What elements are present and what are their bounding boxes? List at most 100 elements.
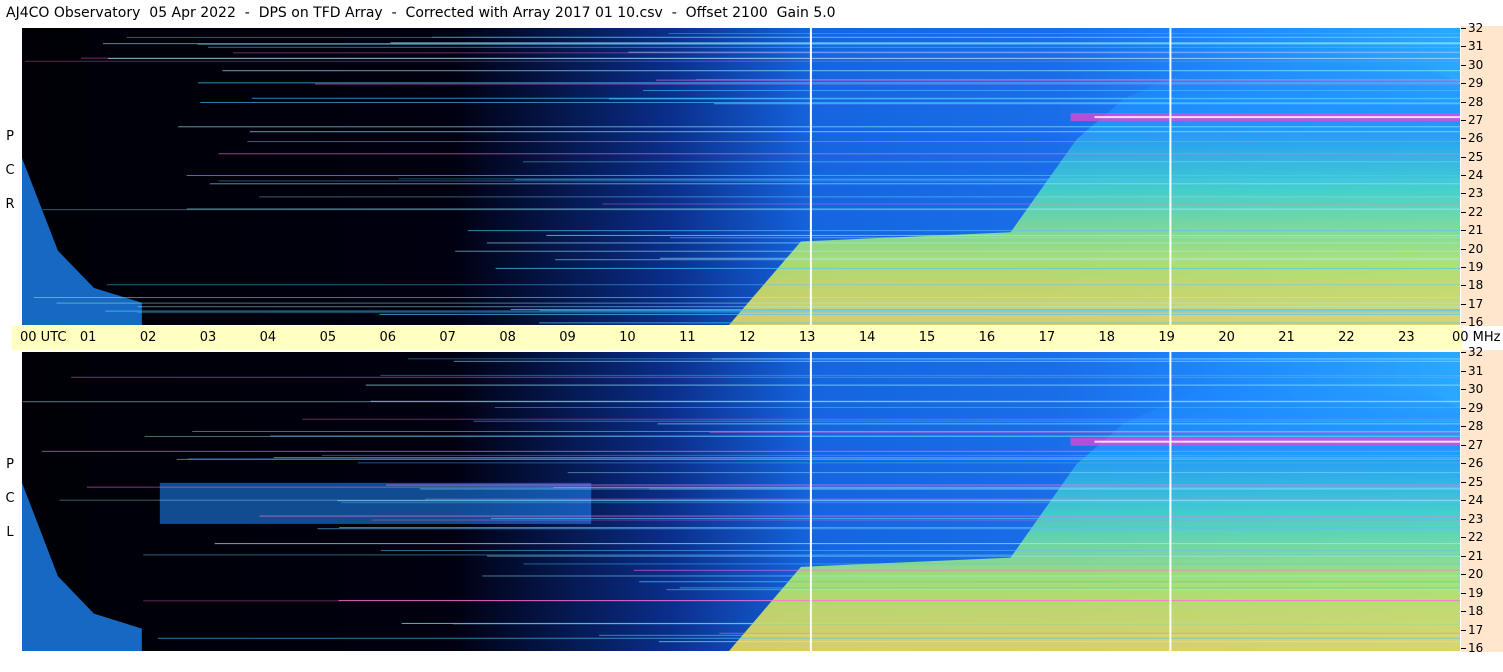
rfi-line [642,90,1460,92]
frequency-tick [1461,28,1466,29]
frequency-tick [1461,322,1466,323]
time-marker-line [1169,352,1172,651]
spectrogram-rcp-image [22,28,1460,325]
rfi-line [302,418,1460,420]
rfi-line [200,101,1460,103]
rfi-line [659,257,1460,259]
frequency-tick-label: 17 [1468,622,1484,637]
rfi-line [495,267,1460,269]
time-tick-label: 20 [1218,330,1235,345]
rfi-line [178,126,1460,128]
spectrogram-lcp [22,352,1460,651]
frequency-tick [1461,555,1466,557]
frequency-tick-label: 28 [1468,419,1484,433]
rfi-line [143,554,1460,556]
rfi-line [314,83,1460,85]
rfi-line [214,543,1460,545]
rfi-line [209,183,1460,185]
rfi-line [208,46,1460,48]
interference-band-core [1094,440,1460,443]
rfi-line [539,322,1460,324]
frequency-tick [1461,64,1466,66]
rfi-line [633,569,1460,571]
rfi-line [249,131,1460,133]
rfi-line [33,297,1460,299]
rfi-line [668,33,1460,35]
panel-label-top: P C R [2,120,18,222]
panel-label-bottom: P C L [2,448,18,550]
frequency-tick-label: 30 [1468,57,1484,72]
frequency-tick [1461,370,1466,372]
rfi-line [608,98,1460,100]
frequency-tick-label: 22 [1468,530,1484,544]
rfi-line [491,517,1460,519]
frequency-tick [1461,481,1466,483]
rfi-line [553,486,1460,488]
frequency-tick-label: 32 [1468,21,1484,35]
frequency-tick [1461,389,1466,390]
rfi-line [510,308,1460,310]
frequency-tick [1461,101,1466,103]
rfi-line [455,250,1460,252]
rfi-line [106,284,1460,286]
rfi-line [157,637,1460,639]
frequency-tick-label: 25 [1468,474,1484,489]
rfi-line [628,51,1460,53]
time-tick-label: 19 [1158,330,1175,345]
rfi-line [670,237,1460,239]
time-marker-line [1169,28,1172,325]
panel-label-bottom-letter: C [5,491,15,506]
rfi-line [56,302,1460,304]
frequency-tick-label: 21 [1468,548,1484,563]
frequency-tick [1461,444,1466,446]
rfi-line [390,42,1460,44]
frequency-tick-label: 27 [1468,112,1484,127]
frequency-tick-label: 30 [1468,382,1484,396]
rfi-line [380,549,1460,551]
rfi-line [321,454,1460,456]
time-tick-label: 17 [1038,330,1056,345]
rfi-line [317,528,1460,530]
rfi-line [137,312,1460,314]
time-tick-label: 18 [1098,330,1116,345]
frequency-tick-label: 20 [1468,567,1484,581]
time-tick-label: 07 [439,330,456,345]
frequency-tick [1461,193,1466,195]
rfi-line [59,499,1460,501]
rfi-line [452,623,1460,625]
time-tick-label: 16 [978,330,996,345]
rfi-line [546,234,1460,236]
frequency-tick-label: 18 [1468,604,1484,618]
time-tick-label: 00 UTC [20,330,67,345]
panel-label-top-letter: P [6,129,14,144]
time-tick-label: 02 [139,330,157,345]
frequency-tick [1461,175,1466,176]
frequency-tick-label: 31 [1468,363,1484,378]
frequency-tick-label: 31 [1468,39,1484,54]
time-tick-label: 08 [499,330,516,345]
time-tick-label: 22 [1338,330,1355,345]
frequency-tick [1461,83,1466,85]
rfi-line [186,174,1460,176]
rfi-line [339,527,1460,529]
frequency-tick-label: 16 [1468,641,1484,655]
time-marker-line [809,352,812,651]
rfi-line [370,400,1460,402]
chart-title: AJ4CO Observatory 05 Apr 2022 - DPS on T… [6,5,836,21]
rfi-line [567,472,1460,474]
frequency-tick [1461,352,1466,353]
rfi-line [487,555,1460,557]
frequency-tick [1461,266,1466,268]
time-tick-label: 13 [798,330,816,345]
rfi-line [656,79,1460,81]
rfi-line [658,641,1460,643]
time-tick-label: 06 [379,330,397,345]
rfi-line [486,242,1460,244]
rfi-line [599,634,1460,636]
rfi-line [126,36,1460,38]
time-tick-label: 15 [918,330,936,345]
frequency-tick-label: 29 [1468,76,1484,91]
frequency-tick [1461,230,1466,232]
frequency-tick [1461,156,1466,158]
rfi-line [41,450,1460,452]
